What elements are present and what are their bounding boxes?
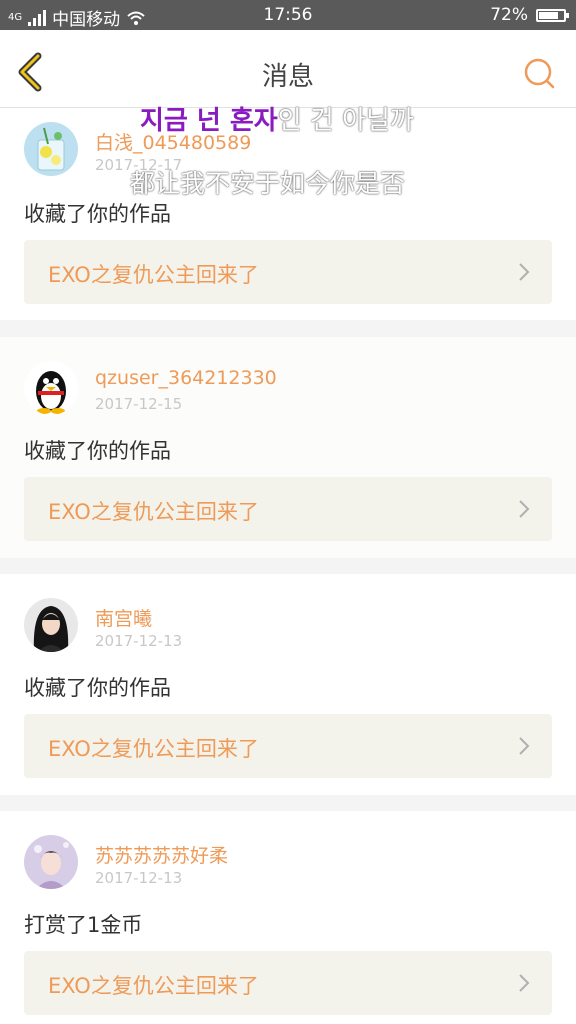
chevron-right-icon — [519, 737, 530, 755]
avatar[interactable] — [24, 835, 78, 889]
work-title: EXO之复仇公主回来了 — [48, 737, 259, 761]
action-text: 打赏了1金币 — [24, 913, 143, 937]
status-bar: 4G 中国移动 17:56 72% — [0, 0, 576, 30]
message-date: 2017-12-13 — [95, 632, 183, 650]
page-title: 消息 — [261, 62, 314, 92]
lyric-overlay-chinese: 都让我不安于如今你是否 — [130, 169, 406, 198]
work-title: EXO之复仇公主回来了 — [48, 263, 259, 287]
work-link[interactable]: EXO之复仇公主回来了 — [24, 240, 552, 304]
avatar[interactable] — [24, 598, 78, 652]
lyric-highlight: 지금 넌 혼자 — [140, 106, 278, 136]
message-card: 苏苏苏苏苏好柔 2017-12-13 打赏了1金币 EXO之复仇公主回来了 — [0, 811, 576, 1024]
work-link[interactable]: EXO之复仇公主回来了 — [24, 477, 552, 541]
username[interactable]: qzuser_364212330 — [95, 367, 277, 389]
qq-penguin-avatar-icon — [24, 361, 78, 415]
message-date: 2017-12-15 — [95, 395, 183, 413]
chevron-right-icon — [519, 974, 530, 992]
message-card: 南宫曦 2017-12-13 收藏了你的作品 EXO之复仇公主回来了 — [0, 574, 576, 795]
lemonade-avatar-icon — [24, 122, 78, 176]
avatar[interactable] — [24, 361, 78, 415]
message-date: 2017-12-13 — [95, 869, 183, 887]
chevron-right-icon — [519, 263, 530, 281]
battery-icon — [536, 8, 569, 22]
work-link[interactable]: EXO之复仇公主回来了 — [24, 714, 552, 778]
avatar[interactable] — [24, 122, 78, 176]
search-icon[interactable] — [522, 56, 556, 90]
action-text: 收藏了你的作品 — [24, 439, 171, 463]
action-text: 收藏了你的作品 — [24, 202, 171, 226]
work-title: EXO之复仇公主回来了 — [48, 500, 259, 524]
battery-percent: 72% — [490, 5, 528, 25]
message-card: qzuser_364212330 2017-12-15 收藏了你的作品 EXO之… — [0, 337, 576, 558]
action-text: 收藏了你的作品 — [24, 676, 171, 700]
boy-portrait-avatar-icon — [24, 835, 78, 889]
work-link[interactable]: EXO之复仇公主回来了 — [24, 951, 552, 1015]
chevron-right-icon — [519, 500, 530, 518]
lyric-overlay-korean: 지금 넌 혼자인 건 아닐까 — [140, 100, 414, 137]
username[interactable]: 苏苏苏苏苏好柔 — [95, 841, 228, 868]
username[interactable]: 南宫曦 — [95, 604, 152, 631]
work-title: EXO之复仇公主回来了 — [48, 974, 259, 998]
status-right: 72% — [490, 5, 569, 25]
girl-portrait-avatar-icon — [24, 598, 78, 652]
nav-bar: 消息 — [0, 30, 576, 108]
lyric-rest: 인 건 아닐까 — [277, 106, 414, 136]
message-card: 白浅_045480589 2017-12-17 收藏了你的作品 EXO之复仇公主… — [0, 108, 576, 320]
